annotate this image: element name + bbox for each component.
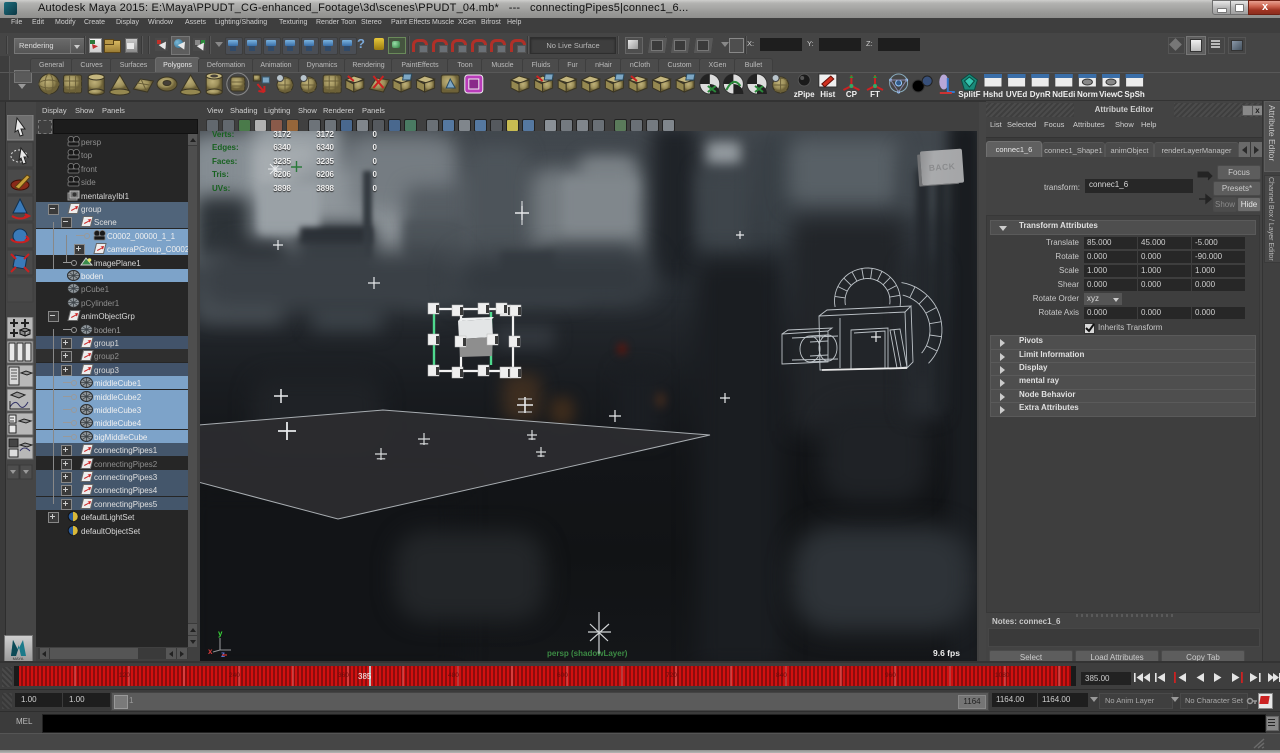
svg-text:Norm: Norm xyxy=(1077,90,1098,99)
svg-text:CP: CP xyxy=(846,90,858,99)
svg-text:z: z xyxy=(221,650,225,658)
svg-text:FT: FT xyxy=(870,90,880,99)
svg-text:ViewC: ViewC xyxy=(1099,90,1123,99)
svg-text:DynR: DynR xyxy=(1030,90,1051,99)
svg-text:zPipe: zPipe xyxy=(794,90,815,99)
svg-text:y: y xyxy=(218,629,223,638)
svg-text:NdEdi: NdEdi xyxy=(1052,90,1075,99)
svg-text:UVEd: UVEd xyxy=(1006,90,1027,99)
svg-text:x: x xyxy=(208,647,213,656)
svg-text:Hist: Hist xyxy=(820,90,835,99)
svg-text:SpSh: SpSh xyxy=(1124,90,1145,99)
svg-text:SplitF: SplitF xyxy=(958,90,980,99)
svg-text:Hshd: Hshd xyxy=(983,90,1003,99)
